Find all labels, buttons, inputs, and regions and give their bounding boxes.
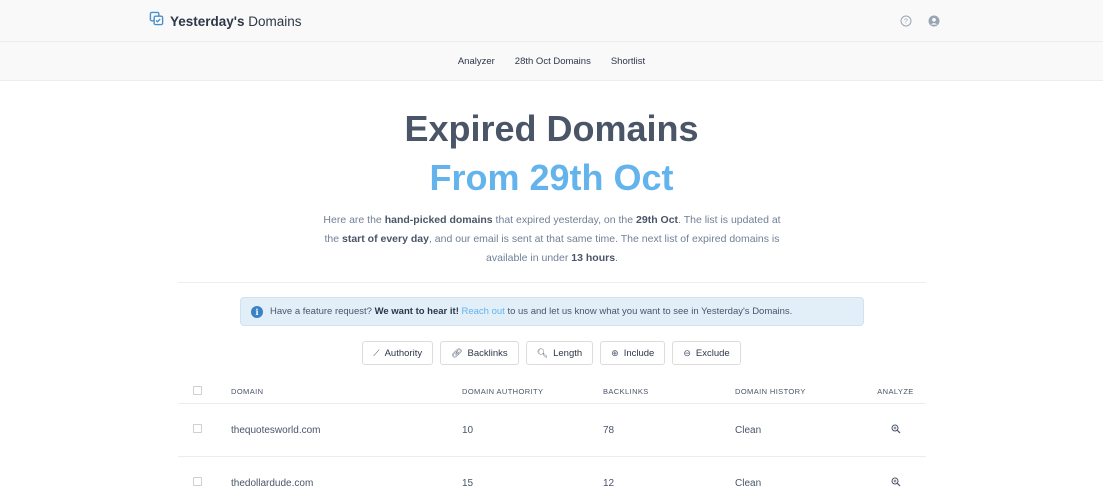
logo[interactable]: Yesterday's Domains: [149, 11, 302, 31]
table-row: thequotesworld.com 10 78 Clean: [178, 404, 926, 457]
column-analyze: ANALYZE: [877, 387, 914, 396]
domain-history: Clean: [735, 424, 762, 436]
intro-text: Here are the hand-picked domains that ex…: [323, 214, 781, 264]
page-title: Expired Domains: [404, 108, 699, 149]
row-checkbox[interactable]: [193, 477, 202, 486]
zoom-in-icon[interactable]: [891, 424, 901, 437]
column-domain-authority[interactable]: DOMAIN AUTHORITY: [462, 387, 603, 396]
domains-table: DOMAIN DOMAIN AUTHORITY BACKLINKS DOMAIN…: [178, 380, 926, 500]
logo-text: Yesterday's Domains: [170, 13, 302, 29]
domain-name[interactable]: thequotesworld.com: [231, 425, 462, 436]
zoom-in-icon[interactable]: [891, 477, 901, 490]
table-row: thedollardude.com 15 12 Clean: [178, 457, 926, 500]
authority-filter-button[interactable]: ⟋ Authority: [362, 341, 434, 365]
sub-navigation: Analyzer 28th Oct Domains Shortlist: [0, 42, 1103, 81]
info-icon: i: [251, 305, 263, 318]
nav-28th-oct-domains[interactable]: 28th Oct Domains: [515, 56, 591, 67]
link-icon: 🔗︎: [451, 347, 463, 358]
domain-history: Clean: [735, 477, 762, 489]
domain-authority: 15: [462, 477, 474, 489]
feature-request-notice: i Have a feature request? We want to hea…: [240, 297, 864, 326]
backlinks-filter-button[interactable]: 🔗︎ Backlinks: [440, 341, 519, 365]
backlinks-count: 12: [603, 477, 615, 489]
column-domain[interactable]: DOMAIN: [231, 387, 462, 396]
domain-name[interactable]: thedollardude.com: [231, 478, 462, 489]
column-backlinks[interactable]: BACKLINKS: [603, 387, 735, 396]
user-icon[interactable]: [928, 14, 940, 27]
minus-circle-icon: ⊖: [683, 347, 691, 358]
top-header: Yesterday's Domains ?: [0, 0, 1103, 42]
plus-circle-icon: ⊕: [611, 347, 619, 358]
backlinks-count: 78: [603, 424, 615, 436]
length-filter-button[interactable]: 🔍︎ Length: [525, 341, 594, 365]
table-header: DOMAIN DOMAIN AUTHORITY BACKLINKS DOMAIN…: [178, 380, 926, 404]
notice-text: Have a feature request? We want to hear …: [270, 306, 793, 317]
nav-analyzer[interactable]: Analyzer: [458, 56, 495, 67]
select-all-checkbox[interactable]: [193, 386, 202, 395]
help-icon[interactable]: ?: [900, 14, 912, 27]
divider: [178, 282, 926, 283]
nav-shortlist[interactable]: Shortlist: [611, 56, 645, 67]
reach-out-link[interactable]: Reach out: [462, 306, 505, 317]
domain-authority: 10: [462, 424, 474, 436]
chart-line-icon: ⟋: [373, 347, 380, 358]
column-domain-history: DOMAIN HISTORY: [735, 387, 806, 396]
exclude-filter-button[interactable]: ⊖ Exclude: [672, 341, 741, 365]
filter-bar: ⟋ Authority 🔗︎ Backlinks 🔍︎ Length ⊕ Include…: [0, 341, 1103, 365]
logo-icon: [149, 11, 164, 31]
page-subtitle: From 29th Oct: [429, 157, 674, 198]
search-icon: 🔍︎: [536, 347, 549, 358]
row-checkbox[interactable]: [193, 424, 202, 433]
svg-text:?: ?: [904, 19, 908, 26]
include-filter-button[interactable]: ⊕ Include: [600, 341, 666, 365]
